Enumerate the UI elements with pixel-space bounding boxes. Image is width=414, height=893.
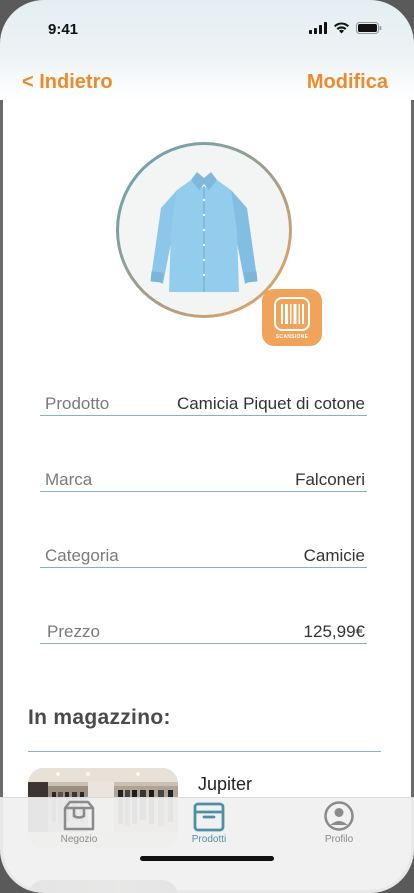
tab-bar: Negozio Prodotti Profilo [0,797,414,893]
stock-section-title: In magazzino: [28,706,171,729]
tab-label: Negozio [60,834,98,845]
section-divider [28,751,381,752]
tab-label: Prodotti [191,834,227,845]
tab-products[interactable]: Prodotti [164,800,254,845]
profile-icon [324,801,354,831]
tab-profile[interactable]: Profilo [294,800,384,845]
box-icon [193,802,225,832]
product-image [119,145,289,315]
shirt-image [150,172,258,292]
field-label: Prodotto [45,394,110,413]
scan-button[interactable]: SCANSIONE [262,289,322,346]
edit-button[interactable]: Modifica [307,71,388,94]
tab-label: Profilo [324,834,354,845]
store-name[interactable]: Jupiter [198,774,252,795]
field-brand[interactable]: Marca Falconeri [40,464,367,492]
store-icon [63,800,95,831]
cellular-signal-icon [309,22,327,34]
scan-label: SCANSIONE [275,334,309,340]
status-time: 9:41 [48,21,79,38]
field-label: Categoria [45,546,119,565]
wifi-icon [334,22,349,34]
home-indicator [140,856,274,861]
field-value[interactable]: Camicie [304,546,365,566]
field-label: Prezzo [47,622,100,641]
field-value[interactable]: Camicia Piquet di cotone [177,394,365,414]
field-value[interactable]: Falconeri [295,470,365,490]
field-category[interactable]: Categoria Camicie [40,540,367,568]
field-price[interactable]: Prezzo 125,99€ [40,616,367,644]
tab-store[interactable]: Negozio [34,800,124,845]
battery-icon [356,22,382,34]
barcode-icon [274,297,310,331]
status-icons [309,22,382,34]
phone-screen: 9:41 < Indietro Modifica SCANSIONE Prodo… [0,0,414,893]
back-button[interactable]: < Indietro [22,71,113,94]
field-label: Marca [45,470,93,489]
field-product[interactable]: Prodotto Camicia Piquet di cotone [40,388,367,416]
field-value[interactable]: 125,99€ [304,622,365,642]
